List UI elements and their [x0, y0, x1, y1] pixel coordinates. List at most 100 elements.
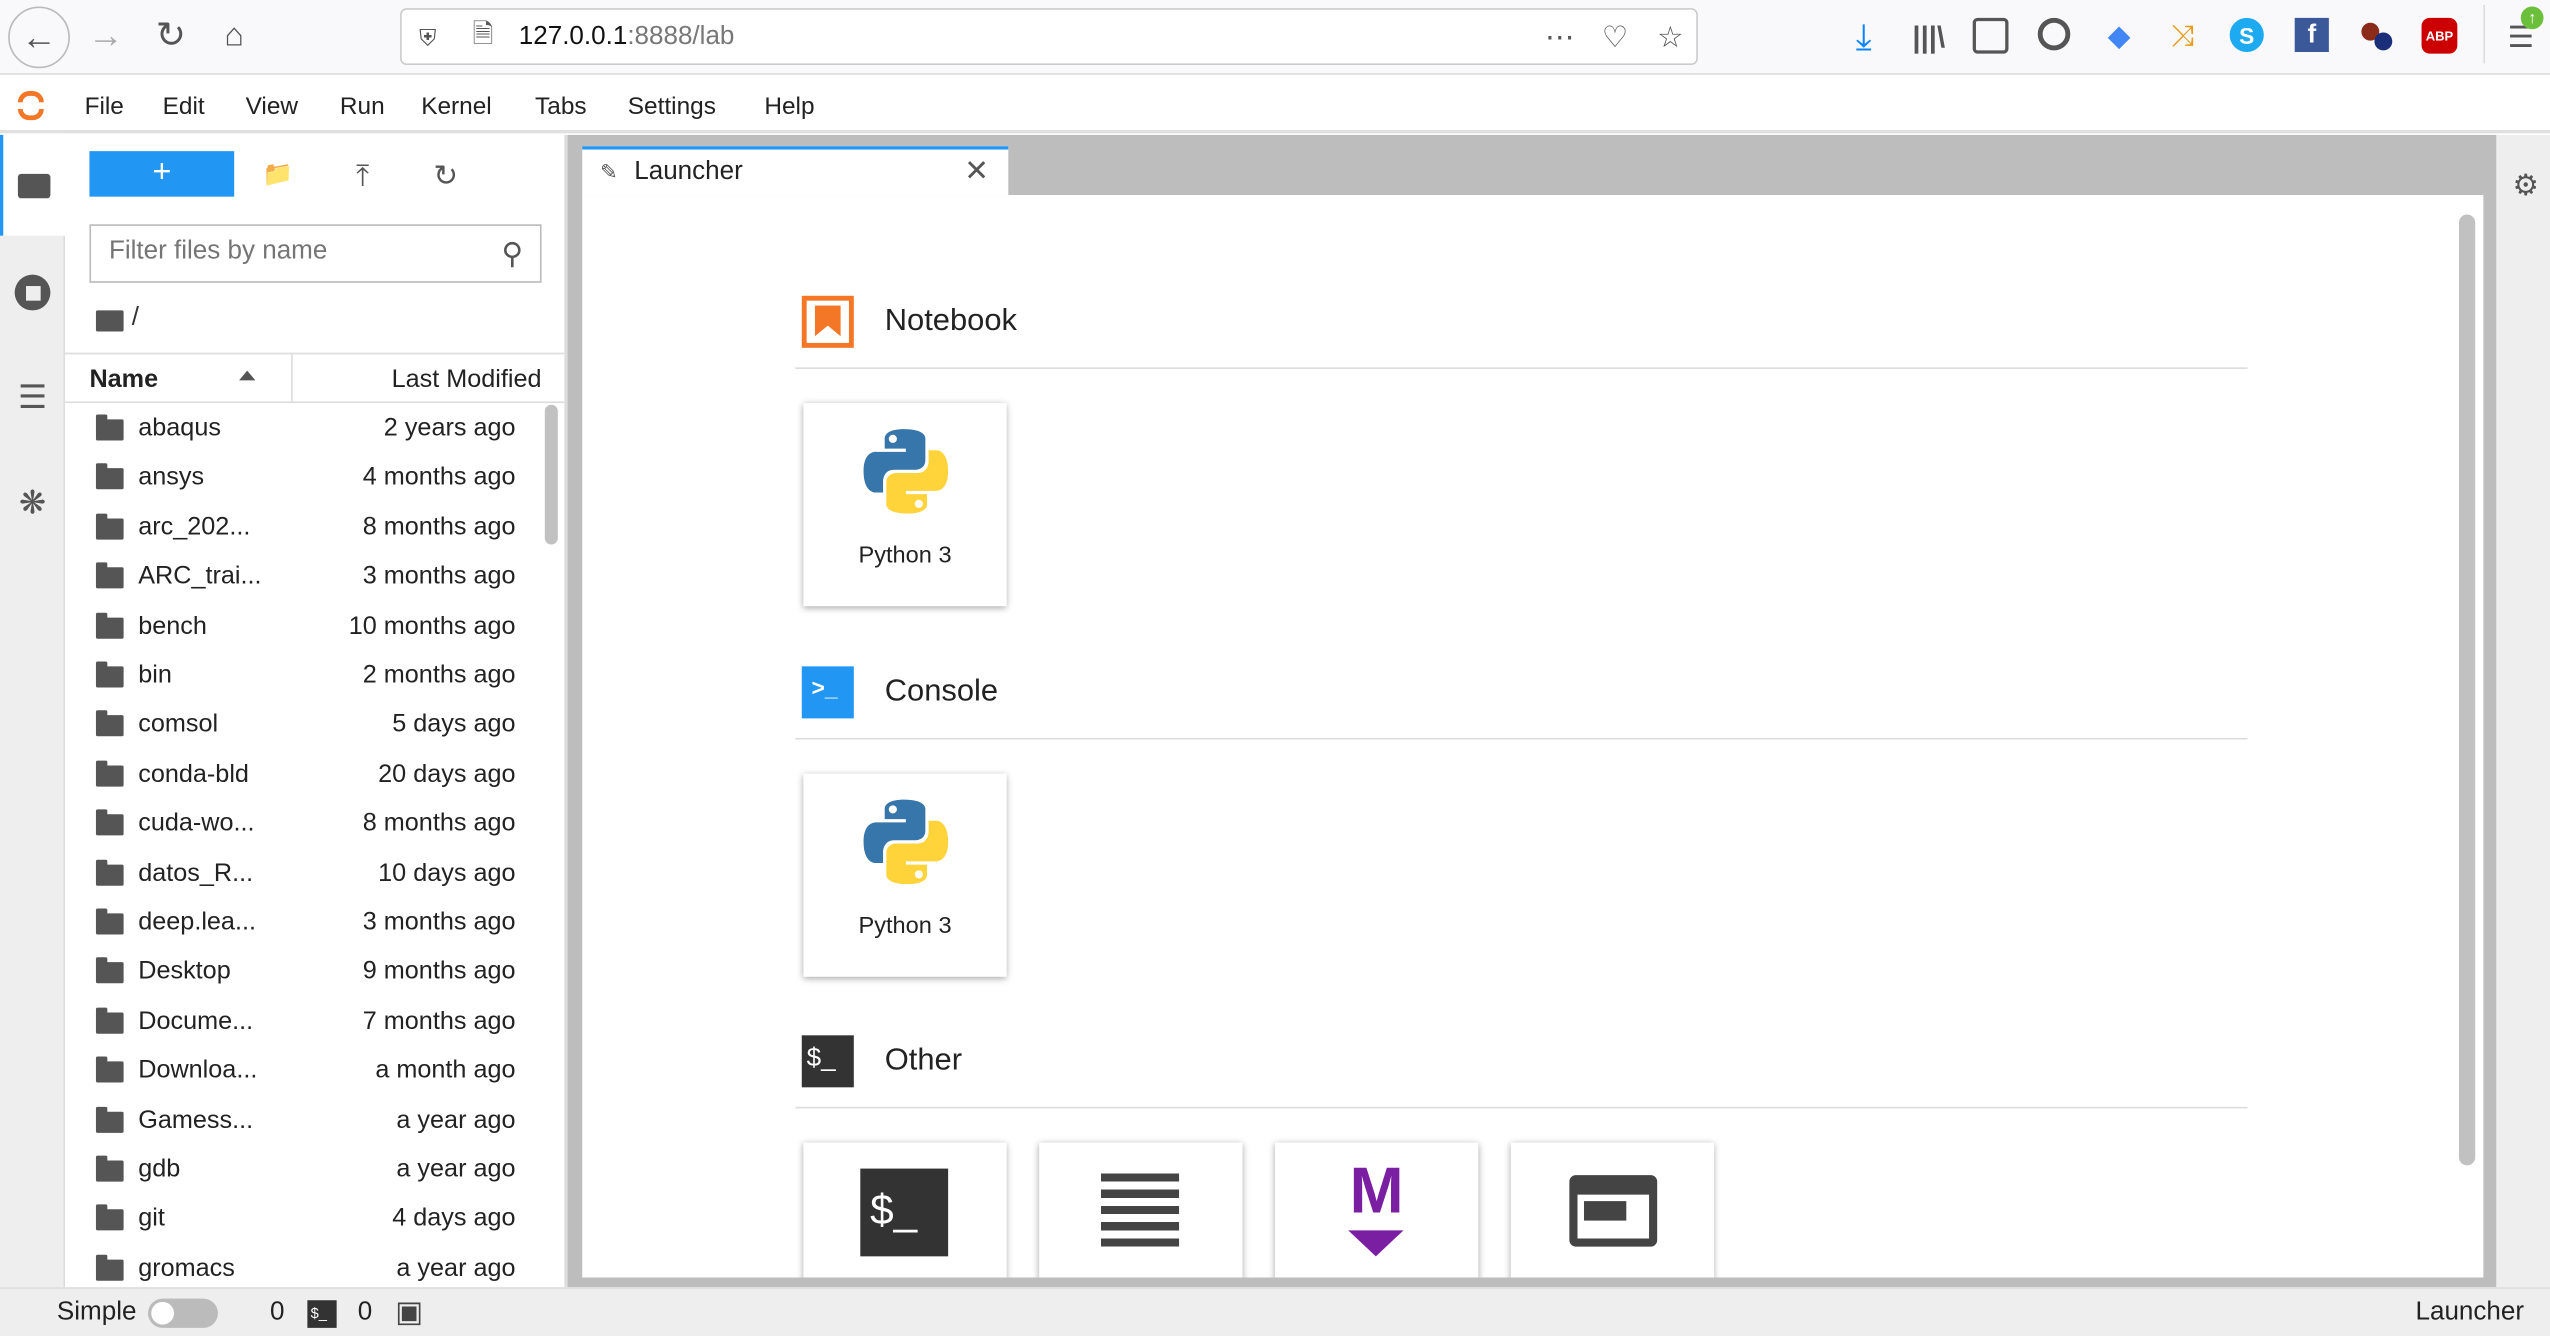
tab-launcher[interactable]: ✎ Launcher ✕	[582, 146, 1009, 196]
file-row[interactable]: Docume... 7 months ago	[65, 998, 545, 1047]
file-row[interactable]: gromacs a year ago	[65, 1245, 545, 1294]
file-modified: 10 months ago	[348, 612, 516, 640]
file-list-scrollbar[interactable]	[544, 404, 558, 545]
filter-input[interactable]	[91, 225, 482, 278]
kernels-count[interactable]: 0	[358, 1299, 372, 1328]
column-name-header[interactable]: Name	[89, 366, 158, 395]
contextual-help-card[interactable]	[1510, 1142, 1715, 1278]
file-row[interactable]: deep.lea... 3 months ago	[65, 899, 545, 948]
url-bar[interactable]: ⛨ 🗎 127.0.0.1:8888/lab ⋯ ♡ ☆	[400, 8, 1698, 66]
search-icon[interactable]: ⚲	[494, 236, 530, 272]
extension-icon[interactable]: ⤨	[2165, 16, 2201, 55]
new-launcher-button[interactable]: +	[89, 151, 235, 197]
menu-view[interactable]: View	[246, 93, 298, 121]
markdown-file-card[interactable]: M	[1275, 1142, 1479, 1278]
file-row[interactable]: gdb a year ago	[65, 1146, 545, 1195]
launcher-tab-icon: ✎	[600, 159, 618, 184]
file-name: arc_202...	[138, 513, 251, 541]
new-folder-icon[interactable]: 📁	[260, 158, 296, 191]
sidebar-icon[interactable]	[1972, 17, 2009, 54]
upload-icon[interactable]: ⤒	[345, 158, 381, 194]
folder-icon	[95, 513, 124, 540]
file-row[interactable]: git 4 days ago	[65, 1195, 545, 1244]
file-row[interactable]: bench 10 months ago	[65, 602, 545, 651]
folder-icon[interactable]	[0, 134, 66, 236]
notebook-python3-card[interactable]: Python 3	[803, 403, 1007, 607]
back-icon[interactable]: ←	[8, 6, 70, 69]
sort-ascending-icon[interactable]	[239, 370, 256, 381]
menu-file[interactable]: File	[85, 93, 124, 121]
folder-icon	[95, 760, 124, 787]
file-row[interactable]: cuda-wo... 8 months ago	[65, 800, 545, 849]
download-icon[interactable]: ⤓	[1844, 15, 1883, 61]
menu-run[interactable]: Run	[340, 93, 385, 121]
forward-icon[interactable]: →	[85, 13, 127, 59]
menu-kernel[interactable]: Kernel	[421, 93, 492, 121]
adblock-icon[interactable]: ABP	[2421, 17, 2458, 54]
menu-help[interactable]: Help	[764, 93, 814, 121]
file-row[interactable]: abaqus 2 years ago	[65, 405, 545, 454]
close-icon[interactable]: ✕	[964, 154, 989, 188]
file-row[interactable]: ARC_trai... 3 months ago	[65, 553, 545, 602]
terminal-icon[interactable]: $_	[307, 1300, 337, 1328]
library-icon[interactable]: |||\	[1909, 15, 1948, 61]
launcher-scrollbar[interactable]	[2458, 214, 2476, 1166]
file-row[interactable]: comsol 5 days ago	[65, 701, 545, 750]
file-row[interactable]: ansys 4 months ago	[65, 454, 545, 503]
terminal-card[interactable]: $_	[803, 1142, 1007, 1278]
refresh-icon[interactable]: ↻	[428, 158, 464, 194]
file-name: ARC_trai...	[138, 562, 262, 591]
skype-icon[interactable]: S	[2229, 17, 2264, 53]
terminals-count[interactable]: 0	[270, 1299, 284, 1328]
menu-bar: File Edit View Run Kernel Tabs Settings …	[0, 76, 2550, 134]
current-activity: Launcher	[2415, 1298, 2525, 1327]
file-modified: 10 days ago	[378, 859, 516, 887]
pocket-icon[interactable]: ♡	[1595, 20, 1634, 56]
bookmark-star-icon[interactable]: ☆	[1651, 20, 1690, 56]
running-icon[interactable]	[14, 274, 51, 311]
file-modified: 3 months ago	[362, 908, 516, 937]
file-row[interactable]: Gamess... a year ago	[65, 1096, 545, 1145]
simple-mode-toggle[interactable]	[147, 1298, 218, 1328]
console-python3-card[interactable]: Python 3	[803, 773, 1007, 977]
column-modified-header[interactable]: Last Modified	[392, 366, 542, 395]
folder-icon	[95, 1106, 124, 1133]
python-logo-icon	[863, 429, 949, 514]
file-row[interactable]: datos_R... 10 days ago	[65, 849, 545, 898]
account-icon[interactable]	[2037, 17, 2071, 51]
toc-icon[interactable]: ☰	[13, 379, 52, 416]
card-label: Python 3	[858, 542, 952, 569]
python-logo-icon	[863, 799, 949, 885]
folder-icon	[95, 661, 124, 688]
reload-icon[interactable]: ↻	[150, 13, 192, 59]
url-path: :8888/lab	[627, 22, 735, 51]
breadcrumb-root[interactable]: /	[132, 304, 139, 333]
kernel-chip-icon[interactable]: ▣	[395, 1295, 423, 1329]
folder-icon	[95, 1204, 124, 1231]
file-row[interactable]: bin 2 months ago	[65, 652, 545, 701]
menu-settings[interactable]: Settings	[628, 93, 716, 121]
shield-icon[interactable]: ⛨	[411, 20, 444, 56]
simple-mode-label: Simple	[56, 1298, 137, 1327]
filter-files-input[interactable]: ⚲	[89, 224, 542, 283]
extension-manager-icon[interactable]: ❋	[13, 483, 52, 522]
file-row[interactable]: arc_202... 8 months ago	[65, 504, 545, 553]
text-file-card[interactable]	[1039, 1142, 1243, 1278]
file-row[interactable]: Desktop 9 months ago	[65, 948, 545, 997]
more-icon[interactable]: ⋯	[1540, 20, 1579, 56]
file-name: cuda-wo...	[138, 809, 255, 838]
file-modified: 4 months ago	[362, 463, 516, 492]
extension-icon[interactable]: ◆	[2101, 16, 2137, 55]
extension-icon[interactable]	[2358, 16, 2397, 55]
folder-icon[interactable]	[95, 310, 124, 332]
menu-tabs[interactable]: Tabs	[535, 93, 587, 121]
file-list-header: Name Last Modified	[65, 352, 565, 404]
file-row[interactable]: conda-bld 20 days ago	[65, 751, 545, 800]
folder-icon	[95, 562, 124, 589]
property-inspector-gear-icon[interactable]: ⚙	[2506, 164, 2545, 206]
file-row[interactable]: Downloa... a month ago	[65, 1047, 545, 1096]
terminal-icon: $_	[860, 1168, 949, 1257]
menu-edit[interactable]: Edit	[163, 93, 205, 121]
home-icon[interactable]: ⌂	[213, 13, 255, 59]
facebook-icon[interactable]: f	[2294, 17, 2329, 53]
